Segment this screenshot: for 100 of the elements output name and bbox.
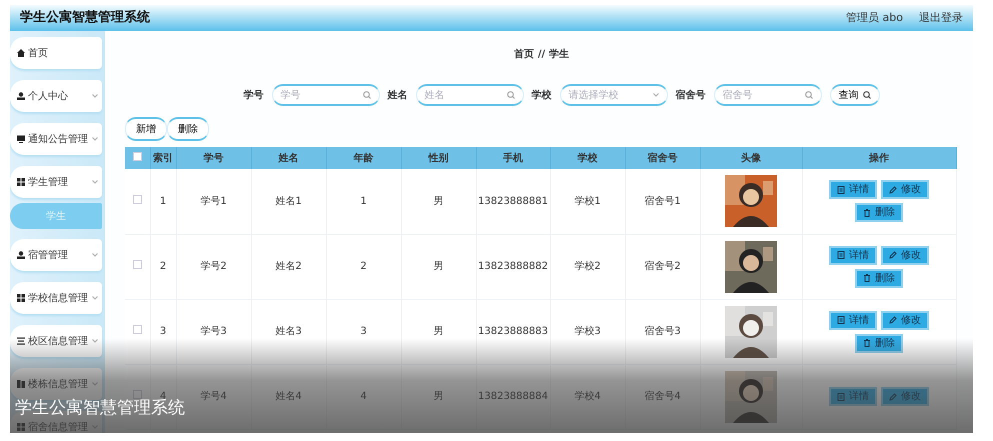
column-header: 学号 <box>176 147 251 169</box>
table-cell: 宿舍号3 <box>625 299 700 364</box>
app-title: 学生公寓智慧管理系统 <box>20 8 150 28</box>
search-icon <box>506 91 514 99</box>
table-cell: 姓名2 <box>251 234 326 299</box>
delete-button[interactable]: 删除 <box>855 334 903 352</box>
sidebar-item[interactable]: 首页 <box>10 37 102 69</box>
checkbox[interactable] <box>132 390 142 399</box>
column-header: 手机 <box>476 147 550 169</box>
sidebar-item[interactable]: 宿管管理 <box>10 239 102 271</box>
table-cell: 宿舍号2 <box>625 234 700 299</box>
table-cell: 学号2 <box>176 234 251 299</box>
book-icon <box>17 380 25 388</box>
field-label: 学校 <box>532 88 552 102</box>
list-icon <box>17 337 25 345</box>
checkbox[interactable] <box>132 152 142 160</box>
detail-button[interactable]: 详情 <box>829 180 877 200</box>
toolbar-button[interactable]: 删除 <box>167 117 209 141</box>
document-icon <box>837 392 845 400</box>
detail-button[interactable]: 详情 <box>829 310 877 330</box>
table-cell: 13823888881 <box>476 169 550 234</box>
table-cell: 学校1 <box>550 169 625 234</box>
document-icon <box>837 186 845 194</box>
breadcrumb-separator: // <box>538 48 546 62</box>
search-icon <box>862 91 870 99</box>
checkbox[interactable] <box>132 260 142 269</box>
table-cell: 姓名1 <box>251 169 326 234</box>
table-cell: 男 <box>401 169 476 234</box>
table-cell: 1 <box>326 169 401 234</box>
table-cell: 男 <box>401 364 476 429</box>
breadcrumb-item[interactable]: 首页 <box>514 47 534 81</box>
chevron-down-icon <box>92 253 98 257</box>
user-icon <box>17 92 25 100</box>
trash-icon <box>863 274 871 282</box>
table-cell: 宿舍号4 <box>625 364 700 429</box>
pencil-icon <box>889 251 897 259</box>
document-icon <box>837 251 845 259</box>
column-header: 头像 <box>700 147 802 169</box>
sidebar-item[interactable]: 楼栋信息管理 <box>10 368 102 400</box>
chevron-down-icon <box>92 296 98 300</box>
table-cell: 姓名4 <box>251 364 326 429</box>
table-cell: 13823888884 <box>476 364 550 429</box>
chevron-down-icon <box>92 137 98 141</box>
chevron-down-icon <box>92 180 98 184</box>
table-cell: 2 <box>150 234 176 299</box>
home-icon <box>17 49 25 57</box>
search-icon <box>362 91 370 99</box>
table-cell: 学号3 <box>176 299 251 364</box>
user-icon <box>17 251 25 259</box>
table-cell: 学号1 <box>176 169 251 234</box>
monitor-icon <box>17 135 25 143</box>
edit-button[interactable]: 修改 <box>881 310 929 330</box>
query-button[interactable]: 查询 <box>830 84 880 106</box>
sidebar-item[interactable]: 通知公告管理 <box>10 123 102 155</box>
toolbar-button[interactable]: 新增 <box>125 117 167 141</box>
edit-button[interactable]: 修改 <box>881 246 929 264</box>
chevron-down-icon <box>92 94 98 98</box>
column-header: 宿舍号 <box>625 147 700 169</box>
chevron-down-icon <box>92 339 98 343</box>
column-header: 学校 <box>550 147 625 169</box>
table-cell: 1 <box>150 169 176 234</box>
chevron-down-icon <box>652 93 658 97</box>
sidebar-item[interactable]: 学生管理 <box>10 166 102 198</box>
table-cell: 学校4 <box>550 364 625 429</box>
grid-icon <box>17 423 25 431</box>
table-cell: 学校3 <box>550 299 625 364</box>
trash-icon <box>863 339 871 347</box>
table-cell: 姓名3 <box>251 299 326 364</box>
pencil-icon <box>889 392 897 400</box>
table-cell: 男 <box>401 234 476 299</box>
table-cell: 4 <box>326 364 401 429</box>
checkbox[interactable] <box>132 325 142 334</box>
grid-icon <box>17 178 25 186</box>
table-cell: 宿舍号1 <box>625 169 700 234</box>
sidebar-item[interactable]: 学校信息管理 <box>10 282 102 314</box>
column-header: 姓名 <box>251 147 326 169</box>
trash-icon <box>863 208 871 217</box>
column-header: 操作 <box>802 147 956 169</box>
table-cell: 3 <box>150 299 176 364</box>
checkbox[interactable] <box>132 194 142 204</box>
user-label: 管理员 abo <box>846 10 903 26</box>
pencil-icon <box>889 316 897 324</box>
column-header: 性别 <box>401 147 476 169</box>
sidebar-item[interactable]: 校区信息管理 <box>10 325 102 357</box>
table-cell: 13823888882 <box>476 234 550 299</box>
table-cell: 3 <box>326 299 401 364</box>
pencil-icon <box>889 186 897 194</box>
sidebar-item[interactable]: 个人中心 <box>10 80 102 112</box>
table-cell: 学校2 <box>550 234 625 299</box>
search-icon <box>804 91 812 99</box>
delete-button[interactable]: 删除 <box>855 268 903 288</box>
edit-button[interactable]: 修改 <box>881 180 929 200</box>
detail-button[interactable]: 详情 <box>829 246 877 264</box>
field-label: 姓名 <box>388 88 408 102</box>
document-icon <box>837 316 845 324</box>
delete-button[interactable]: 删除 <box>855 203 903 222</box>
column-header: 索引 <box>150 147 176 169</box>
column-header: 年龄 <box>326 147 401 169</box>
logout-link[interactable]: 退出登录 <box>919 10 963 26</box>
field-label: 学号 <box>244 88 264 102</box>
